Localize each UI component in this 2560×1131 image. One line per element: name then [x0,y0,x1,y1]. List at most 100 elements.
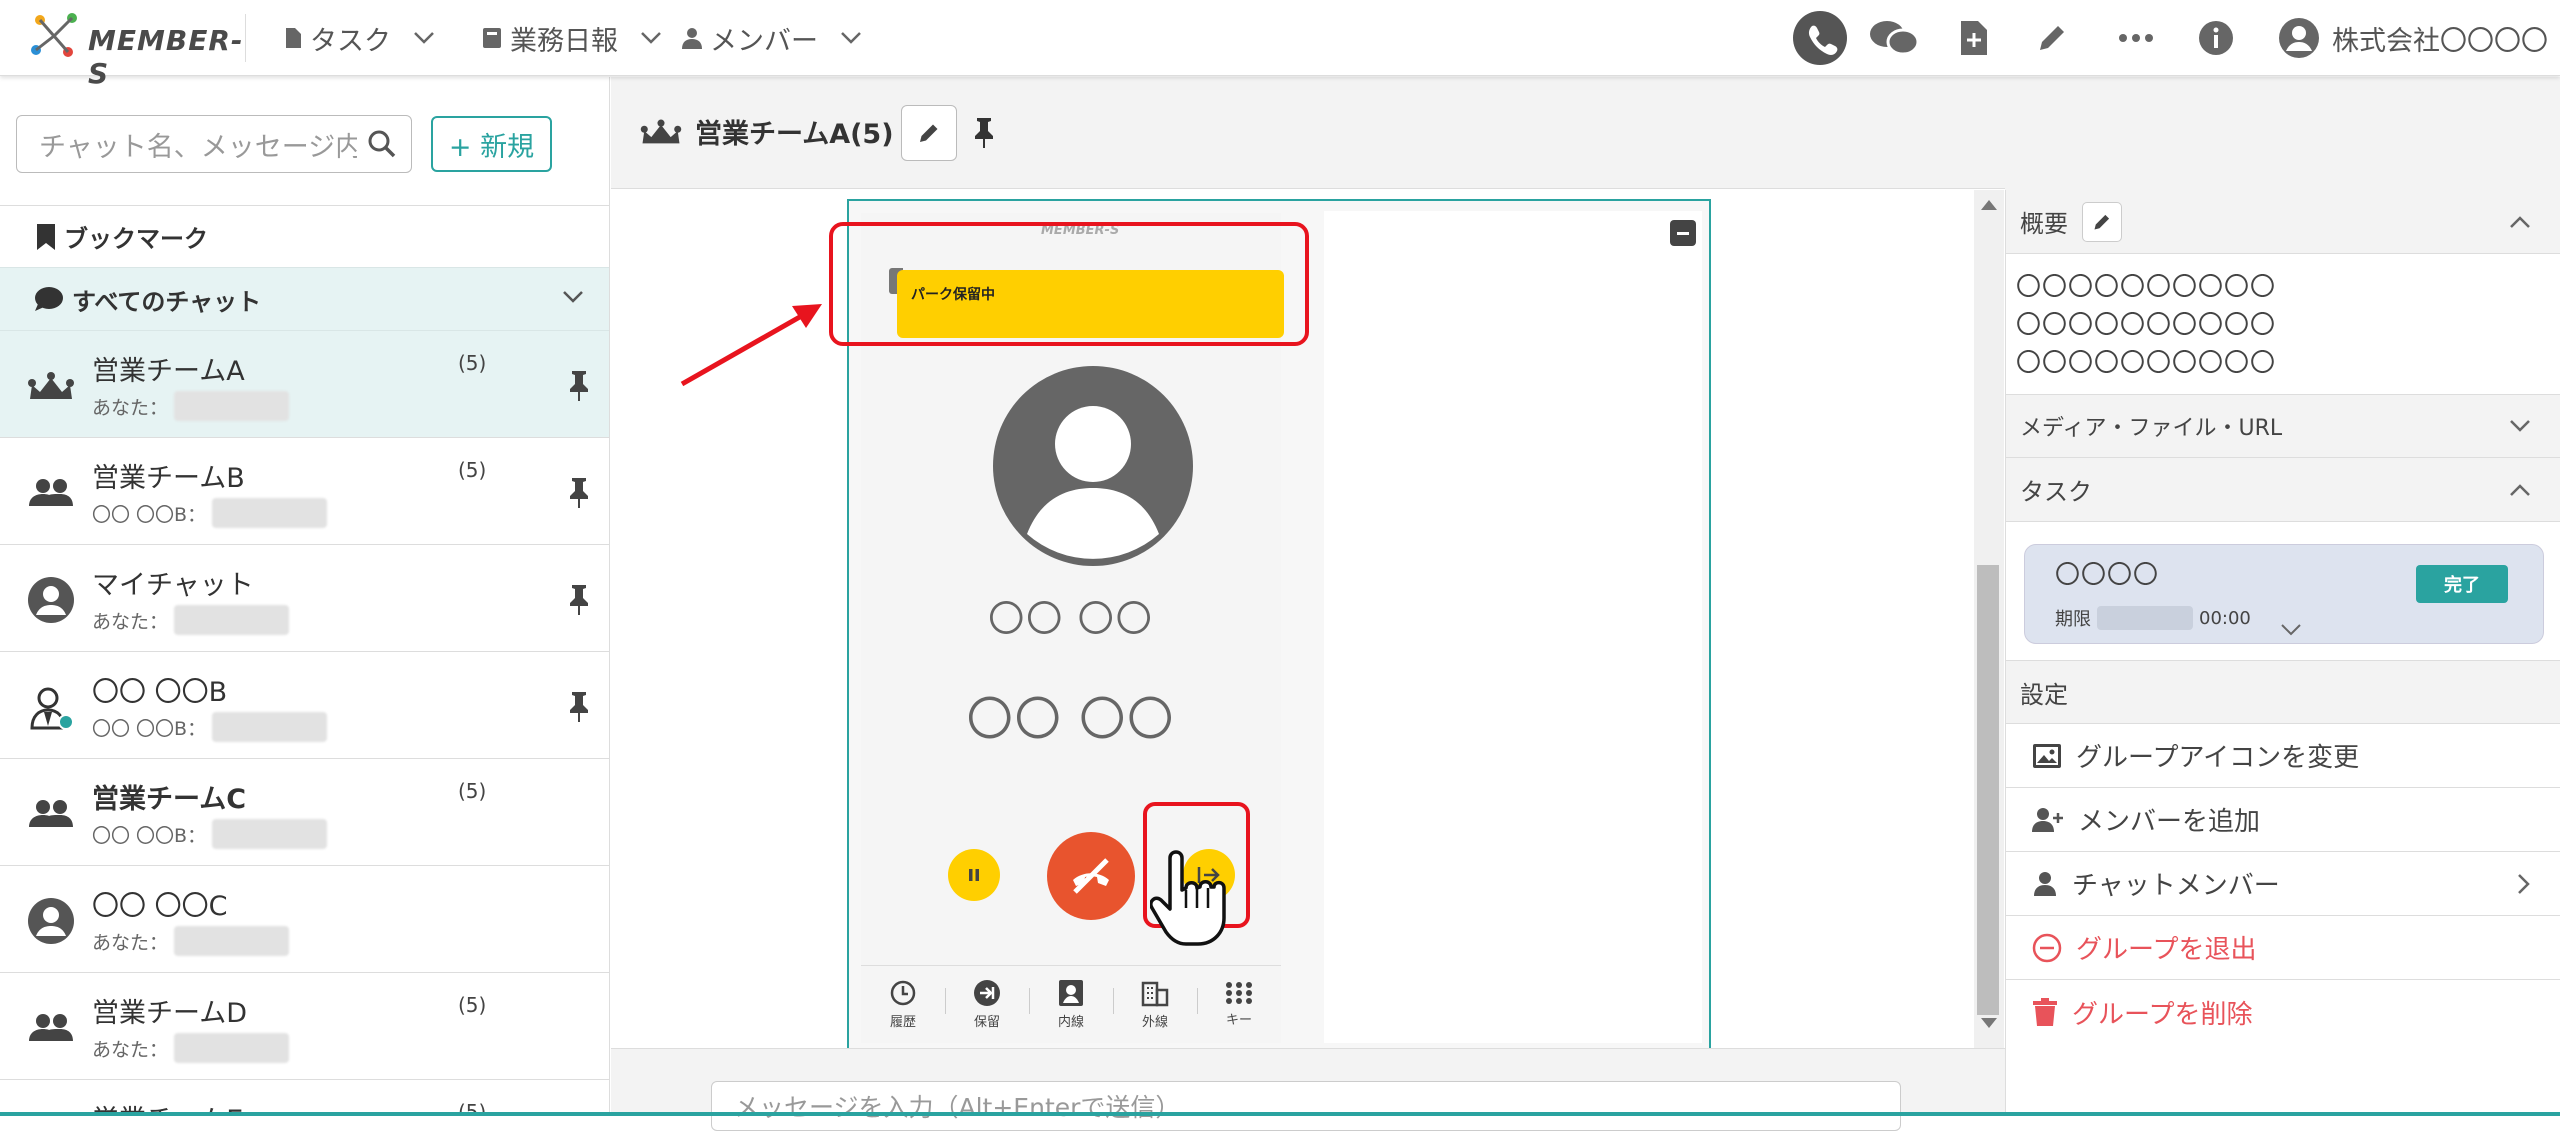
chat-item-member-c[interactable]: 〇〇 〇〇C あなた： [0,866,609,973]
task-section-header[interactable]: タスク [2006,458,2560,522]
all-chats-section[interactable]: すべてのチャット [0,267,609,331]
chat-sender: 〇〇 〇〇B： [92,824,207,847]
hang-up-button[interactable] [1047,832,1135,920]
chat-last-message: 〇〇 〇〇B： [92,712,328,742]
person-icon [682,28,702,49]
caller-number: 〇〇 〇〇 [966,692,1176,746]
nav-task-label: タスク [310,25,391,57]
avatar-icon [2279,18,2319,58]
minimize-button[interactable] [1670,220,1696,246]
chat-item-sales-team-a[interactable]: 営業チームA あなた： (5) [0,331,609,438]
overview-section-header[interactable]: 概要 [2006,190,2560,254]
nav-task-menu[interactable]: タスク [284,20,435,57]
person-icon [28,577,74,623]
pin-icon[interactable] [566,476,592,508]
bookmark-section[interactable]: ブックマーク [0,205,609,267]
nav-report-menu[interactable]: 業務日報 [482,20,662,57]
chat-last-message: あなた： [92,391,290,421]
task-title: 〇〇〇〇 [2055,560,2160,589]
blurred-date [2097,606,2193,630]
info-icon[interactable] [2188,10,2244,66]
chat-sender: あなた： [92,396,169,419]
add-member-button[interactable]: メンバーを追加 [2006,788,2560,852]
pin-icon[interactable] [971,113,997,151]
trash-icon [2033,998,2057,1026]
account-menu[interactable]: 株式会社〇〇〇〇 [2278,16,2548,60]
more-icon[interactable] [2108,10,2164,66]
member-s-logo[interactable]: MEMBER-S [28,10,243,90]
chat-item-sales-team-d[interactable]: 営業チームD あなた： (5) [0,973,609,1080]
change-group-icon-button[interactable]: グループアイコンを変更 [2006,724,2560,788]
chat-last-message: 〇〇 〇〇B： [92,819,328,849]
add-file-icon[interactable] [1946,10,2002,66]
delete-group-label: グループを削除 [2072,999,2253,1030]
chat-item-sales-team-e[interactable]: 営業チームE (5) [0,1080,609,1116]
chat-last-message: あなた： [92,1033,290,1063]
pin-icon[interactable] [566,690,592,722]
chat-members-button[interactable]: チャットメンバー [2006,852,2560,916]
chevron-down-icon[interactable] [2280,623,2302,637]
chat-item-my-chat[interactable]: マイチャット あなた： [0,545,609,652]
task-complete-button[interactable]: 完了 [2416,565,2508,603]
nav-hold[interactable]: 保留 [945,966,1029,1043]
chat-bubbles-icon[interactable] [1866,10,1922,66]
chat-title-group: 営業チームA(5) [639,105,894,157]
leave-group-button[interactable]: グループを退出 [2006,916,2560,980]
pen-icon[interactable] [2024,10,2080,66]
chevron-down-icon [563,291,583,303]
group-icon [29,1014,73,1041]
chevron-down-icon [414,32,434,44]
chat-sender: あなた： [92,1038,169,1061]
message-input[interactable]: メッセージを入力（Alt+Enterで送信） [711,1081,1901,1131]
nav-report-label: 業務日報 [510,25,618,57]
chat-name: 営業チームB [92,463,245,494]
chat-search-input[interactable]: チャット名、メッセージ内容 [16,115,412,173]
chat-scrollbar[interactable] [1974,190,2004,1048]
scroll-thumb[interactable] [1977,565,1999,1015]
nav-extension-label: 内線 [1057,1015,1084,1030]
chevron-right-icon [2518,873,2530,894]
chat-item-sales-team-b[interactable]: 営業チームB 〇〇 〇〇B： (5) [0,438,609,545]
nav-keypad[interactable]: キー [1197,966,1281,1043]
crown-group-icon [640,119,682,144]
deadline-time: 00:00 [2199,607,2251,629]
bookmark-label: ブックマーク [64,225,208,253]
task-label: タスク [2020,478,2092,506]
caller-avatar-icon [993,366,1193,566]
pin-icon[interactable] [566,583,592,615]
chat-list-panel: チャット名、メッセージ内容 + 新規 ブックマーク すべてのチャット 営業チーム… [0,77,610,1116]
media-section-header[interactable]: メディア・ファイル・URL [2006,394,2560,458]
pin-icon[interactable] [566,369,592,401]
nav-member-menu[interactable]: メンバー [682,20,862,57]
document-icon [286,28,301,48]
new-chat-button[interactable]: + 新規 [431,116,552,172]
edit-title-button[interactable] [901,105,957,161]
blurred-preview [174,391,290,421]
nav-external-label: 外線 [1141,1015,1168,1030]
overview-line: 〇〇〇〇〇〇〇〇〇〇 [2016,348,2277,377]
person-icon [2034,871,2056,896]
chat-item-member-b[interactable]: 〇〇 〇〇B 〇〇 〇〇B： [0,652,609,759]
keypad-icon [1226,982,1252,1004]
blurred-preview [174,1033,290,1063]
scroll-up-arrow-icon[interactable] [1981,200,1997,210]
phone-icon[interactable] [1792,10,1848,66]
chat-member-count: (5) [458,351,487,375]
nav-external[interactable]: 外線 [1113,966,1197,1043]
nav-extension[interactable]: 内線 [1029,966,1113,1043]
settings-label: 設定 [2020,680,2068,709]
hold-button[interactable] [948,849,1000,901]
chat-name: 〇〇 〇〇B [92,677,228,708]
scroll-down-arrow-icon[interactable] [1981,1018,1997,1028]
company-name: 株式会社〇〇〇〇 [2332,25,2548,57]
chat-name: 営業チームA [92,356,245,387]
book-icon [483,28,501,48]
task-card[interactable]: 〇〇〇〇 期限 00:00 完了 [2024,544,2544,644]
nav-history[interactable]: 履歴 [861,966,945,1043]
building-icon [1141,981,1169,1007]
chat-item-sales-team-c[interactable]: 営業チームC 〇〇 〇〇B： (5) [0,759,609,866]
edit-overview-button[interactable] [2082,201,2122,242]
delete-group-button[interactable]: グループを削除 [2006,980,2560,1044]
crown-group-icon [28,372,74,399]
chat-name: 営業チームC [92,784,247,815]
